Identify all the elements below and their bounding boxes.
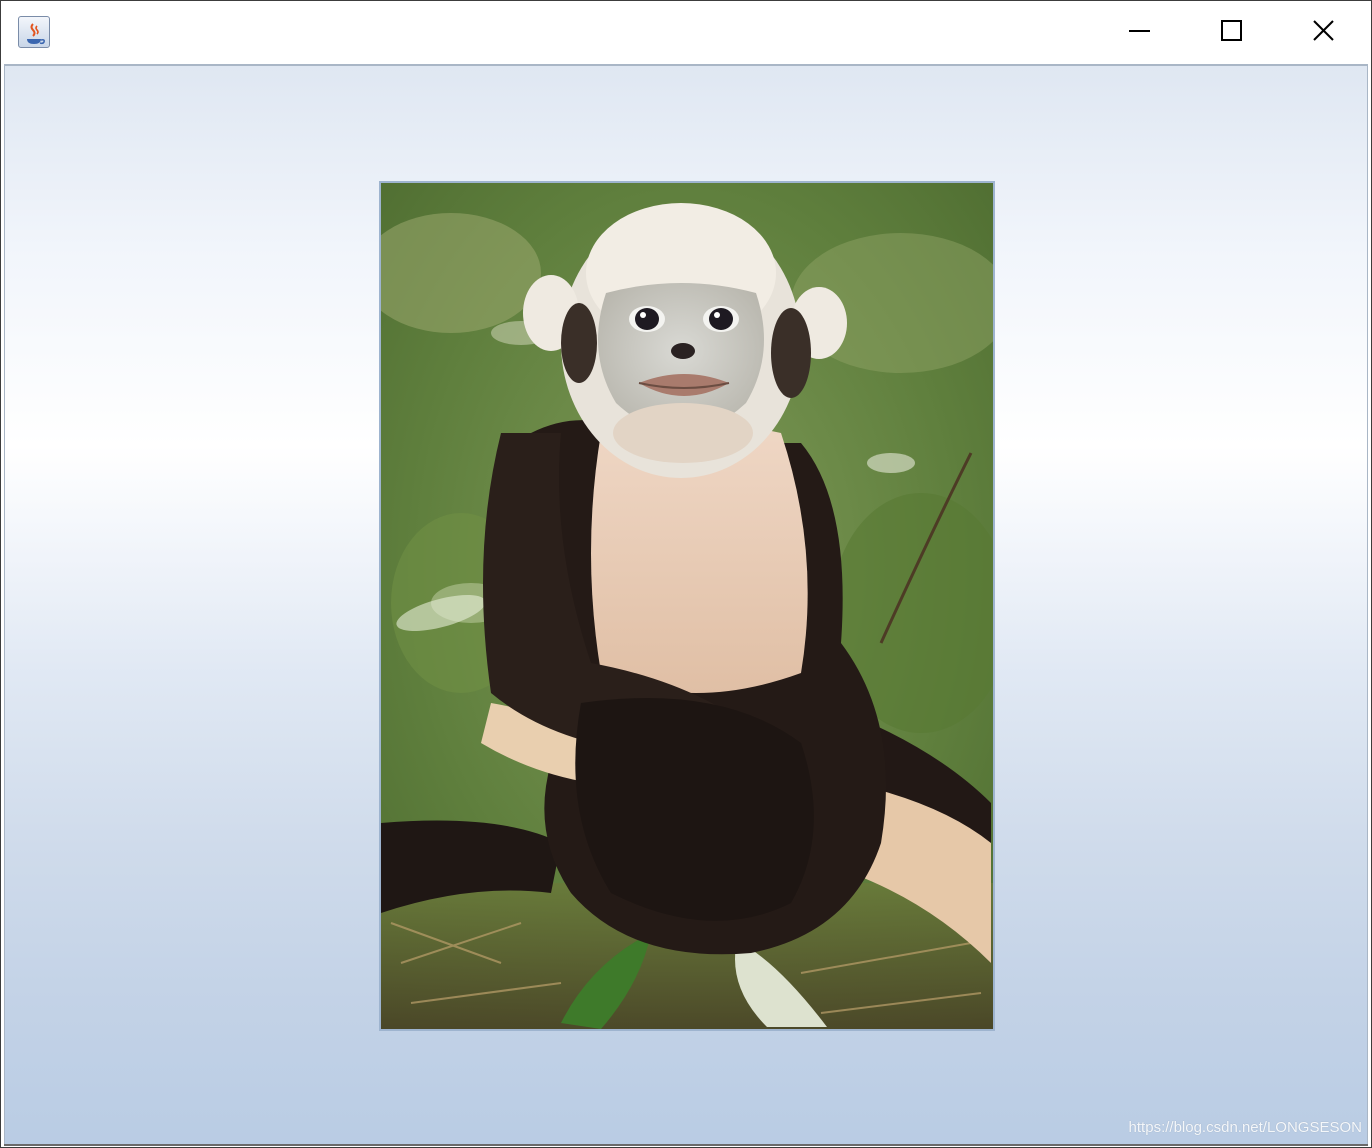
watermark-text: https://blog.csdn.net/LONGSESON (1128, 1119, 1362, 1136)
minimize-icon (1129, 30, 1150, 32)
java-coffee-cup-icon[interactable] (18, 16, 50, 48)
maximize-icon (1221, 20, 1242, 41)
window-bottom-border (4, 1144, 1368, 1146)
application-window (0, 0, 1372, 1148)
monkey-photo (379, 181, 995, 1031)
minimize-button[interactable] (1093, 1, 1185, 61)
maximize-button[interactable] (1185, 1, 1277, 61)
title-bar[interactable] (1, 1, 1371, 63)
close-icon (1313, 20, 1334, 41)
close-button[interactable] (1277, 1, 1369, 61)
